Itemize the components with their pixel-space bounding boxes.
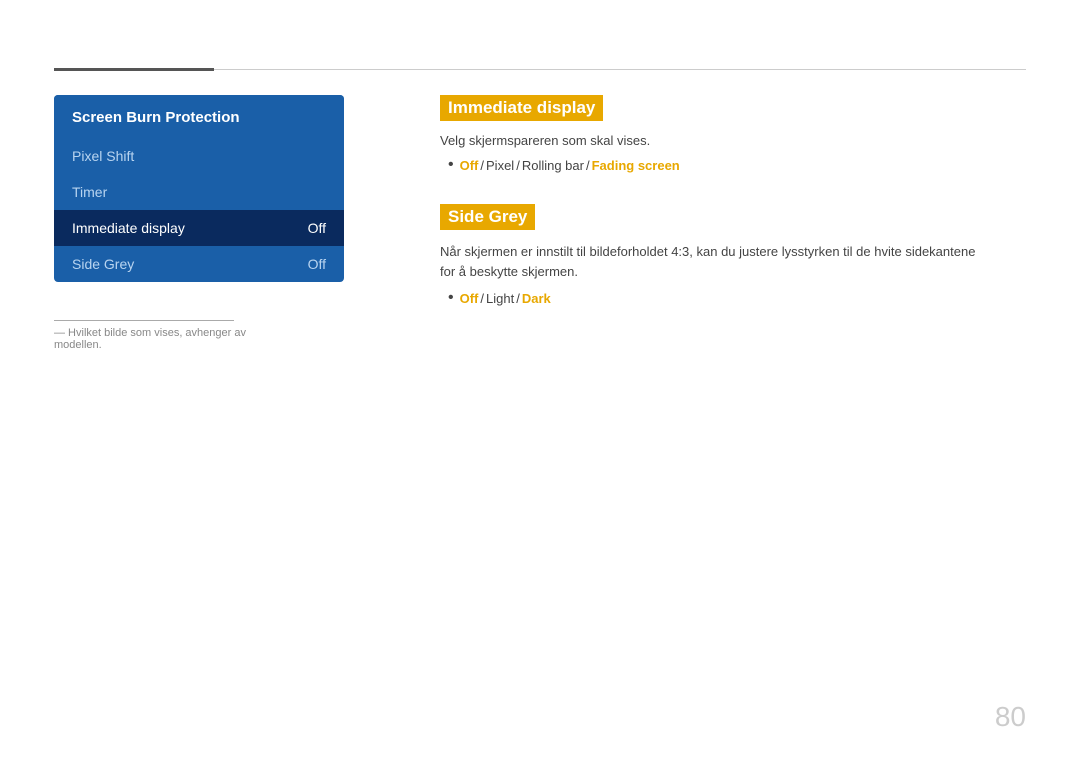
side-grey-section: Side Grey Når skjermen er innstilt til b…	[440, 204, 1026, 307]
footnote-divider	[54, 320, 234, 321]
side-grey-light: Light	[486, 291, 514, 306]
page-number: 80	[995, 701, 1026, 733]
side-grey-value: Off	[308, 256, 326, 272]
immediate-display-title: Immediate display	[440, 95, 603, 121]
option-fading-screen: Fading screen	[592, 158, 680, 173]
menu-item-timer[interactable]: Timer	[54, 174, 344, 210]
option-rolling-bar: Rolling bar	[522, 158, 584, 173]
footnote-text: ― Hvilket bilde som vises, avhenger av m…	[54, 327, 254, 351]
side-grey-off: Off	[460, 291, 479, 306]
immediate-display-section: Immediate display Velg skjermspareren so…	[440, 95, 1026, 174]
immediate-display-value: Off	[308, 220, 326, 236]
immediate-display-options: • Off / Pixel / Rolling bar / Fading scr…	[448, 156, 1026, 174]
side-grey-sep2: /	[516, 291, 520, 306]
menu-item-pixel-shift[interactable]: Pixel Shift	[54, 138, 344, 174]
menu-item-immediate-display[interactable]: Immediate display Off	[54, 210, 344, 246]
side-grey-sep1: /	[480, 291, 484, 306]
timer-label: Timer	[72, 184, 107, 200]
side-grey-title: Side Grey	[440, 204, 535, 230]
sep1: /	[480, 158, 484, 173]
option-pixel: Pixel	[486, 158, 514, 173]
side-grey-desc: Når skjermen er innstilt til bildeforhol…	[440, 242, 990, 281]
menu-item-side-grey[interactable]: Side Grey Off	[54, 246, 344, 282]
top-line-light	[214, 69, 1026, 70]
footnote: ― Hvilket bilde som vises, avhenger av m…	[54, 320, 254, 351]
bullet-icon-2: •	[448, 289, 454, 307]
screen-burn-protection-menu: Screen Burn Protection Pixel Shift Timer…	[54, 95, 344, 282]
pixel-shift-label: Pixel Shift	[72, 148, 134, 164]
side-grey-options: • Off / Light / Dark	[448, 289, 1026, 307]
option-off: Off	[460, 158, 479, 173]
immediate-display-label: Immediate display	[72, 220, 185, 236]
side-grey-dark: Dark	[522, 291, 551, 306]
sep3: /	[586, 158, 590, 173]
menu-title: Screen Burn Protection	[54, 95, 344, 138]
top-decorative-lines	[54, 68, 1026, 71]
side-grey-label: Side Grey	[72, 256, 134, 272]
right-content: Immediate display Velg skjermspareren so…	[440, 95, 1026, 307]
bullet-icon: •	[448, 156, 454, 174]
left-panel: Screen Burn Protection Pixel Shift Timer…	[54, 95, 344, 282]
top-line-dark	[54, 68, 214, 71]
sep2: /	[516, 158, 520, 173]
immediate-display-desc: Velg skjermspareren som skal vises.	[440, 133, 1026, 148]
